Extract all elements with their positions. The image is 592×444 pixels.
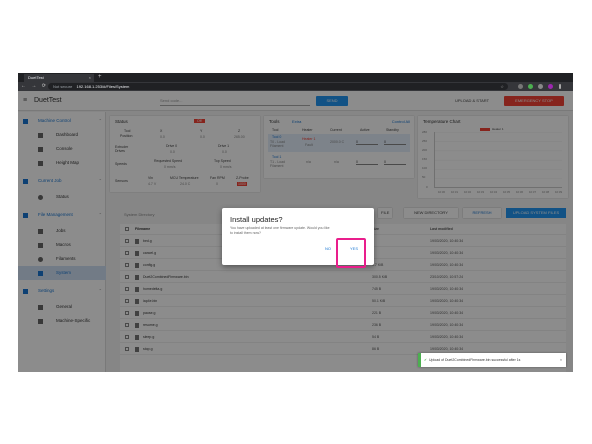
nav-buttons[interactable]: ← → ⟳ [21,82,48,91]
avatar[interactable] [548,84,553,89]
browser-window: DuetTest × + ← → ⟳ Not secure 192.168.1.… [18,73,573,372]
dialog-title: Install updates? [230,215,283,224]
browser-tab[interactable]: DuetTest × [24,74,94,82]
extension-icon[interactable] [518,84,523,89]
upload-toast: ✔ Upload of Duet2CombinedFirmware.bin su… [418,353,566,367]
close-icon[interactable]: × [560,353,562,367]
highlight-box [336,238,366,268]
menu-icon[interactable] [559,84,561,89]
extension-icon[interactable] [538,84,543,89]
extension-icon[interactable] [528,84,533,89]
close-icon[interactable]: × [89,74,91,82]
star-icon[interactable]: ☆ [500,83,504,90]
check-icon: ✔ [424,358,427,362]
url-bar[interactable]: Not secure 192.168.1.253/#/Files/System … [48,83,508,90]
not-secure-label: Not secure [53,84,73,89]
no-button[interactable]: NO [325,246,331,251]
toast-message: Upload of Duet2CombinedFirmware.bin succ… [429,358,521,362]
browser-tab-title: DuetTest [28,75,44,80]
browser-tab-bar: DuetTest × + [18,73,573,82]
browser-toolbar: ← → ⟳ Not secure 192.168.1.253/#/Files/S… [18,82,573,91]
dialog-body: You have uploaded at least one firmware … [230,226,330,235]
url-text: 192.168.1.253/#/Files/System [76,84,130,89]
new-tab-icon[interactable]: + [98,73,102,82]
